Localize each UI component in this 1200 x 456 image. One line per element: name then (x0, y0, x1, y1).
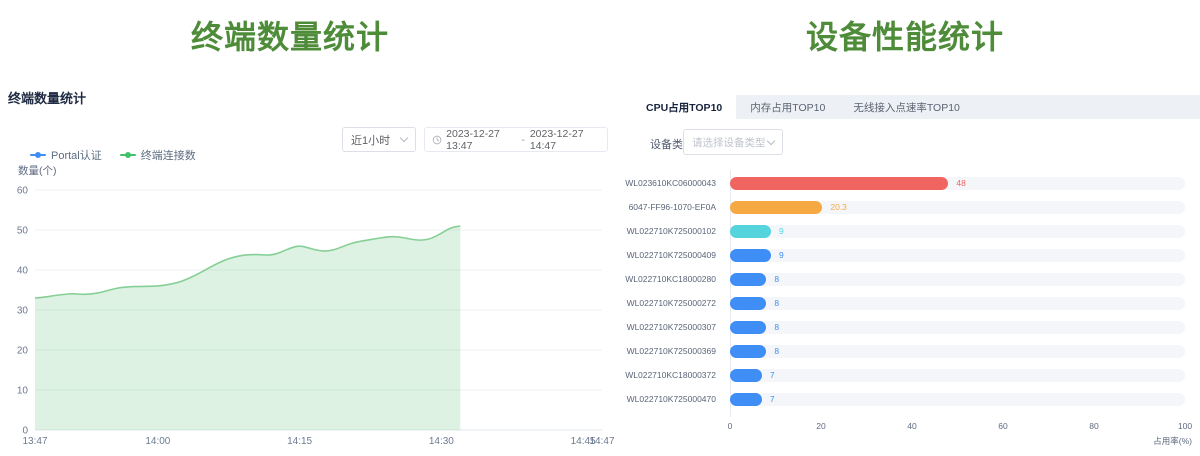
time-range-select[interactable]: 近1小时 (342, 127, 416, 152)
legend-item-0[interactable]: Portal认证 (30, 147, 102, 163)
area-fill (35, 226, 460, 430)
bar-x-tick-label: 0 (710, 421, 750, 431)
bar-value-label: 48 (956, 178, 965, 188)
bar-track (730, 369, 1185, 382)
dashboard: 0 10 20 30 40 50 60 数量(个) 13:47 14:00 14:15 14:30 14… (0, 0, 1200, 456)
y-tick-label: 20 (17, 346, 29, 357)
bar (730, 273, 766, 286)
legend-item-1[interactable]: 终端连接数 (120, 147, 196, 163)
legend-label: Portal认证 (51, 147, 102, 163)
bar-track (730, 345, 1185, 358)
bar-category-label: WL022710K725000369 (612, 346, 716, 356)
chevron-down-icon (400, 134, 408, 142)
bar (730, 177, 948, 190)
legend-marker-icon (120, 151, 136, 159)
bar-x-axis-title: 占用率(%) (1092, 435, 1192, 447)
bar-category-label: WL022710K725000272 (612, 298, 716, 308)
terminal-count-chart: 0 10 20 30 40 50 60 数量(个) 13:47 14:00 14:15 14:30 14… (0, 0, 620, 456)
date-separator: - (520, 134, 526, 146)
bar-x-tick-label: 80 (1074, 421, 1114, 431)
y-tick-label: 50 (17, 226, 29, 237)
x-tick-label: 14:30 (429, 436, 454, 447)
bar-track (730, 249, 1185, 262)
bar-category-label: WL022710K725000307 (612, 322, 716, 332)
bar-x-tick-label: 60 (983, 421, 1023, 431)
bar (730, 393, 762, 406)
x-tick-label: 13:47 (22, 436, 47, 447)
bar-track (730, 297, 1185, 310)
bar-track (730, 273, 1185, 286)
bar-value-label: 8 (774, 298, 779, 308)
y-tick-label: 40 (17, 266, 29, 277)
bar (730, 345, 766, 358)
y-tick-label: 30 (17, 306, 29, 317)
bar (730, 201, 822, 214)
date-end: 2023-12-27 14:47 (530, 128, 600, 152)
chart-legend: Portal认证 终端连接数 (30, 147, 196, 163)
legend-label: 终端连接数 (141, 147, 196, 163)
bar-value-label: 7 (770, 394, 775, 404)
x-tick-label: 14:47 (589, 436, 614, 447)
bar-track (730, 393, 1185, 406)
legend-marker-icon (30, 151, 46, 159)
y-tick-label: 60 (17, 186, 29, 197)
bar-track (730, 321, 1185, 334)
left-section-title: 终端数量统计 (8, 88, 86, 107)
bar-track (730, 225, 1185, 238)
bar (730, 297, 766, 310)
bar-category-label: WL022710K725000102 (612, 226, 716, 236)
date-range-picker[interactable]: 2023-12-27 13:47 - 2023-12-27 14:47 (424, 127, 608, 152)
time-range-value: 近1小时 (351, 132, 390, 148)
bar (730, 225, 771, 238)
clock-icon (432, 134, 442, 146)
bar-track (730, 201, 1185, 214)
date-start: 2023-12-27 13:47 (446, 128, 516, 152)
bar-value-label: 9 (779, 226, 784, 236)
bar (730, 249, 771, 262)
bar (730, 369, 762, 382)
bar-x-tick-label: 40 (892, 421, 932, 431)
bar (730, 321, 766, 334)
terminal-count-panel: 0 10 20 30 40 50 60 数量(个) 13:47 14:00 14:15 14:30 14… (0, 0, 620, 456)
bar-value-label: 20.3 (830, 202, 847, 212)
y-axis-title: 数量(个) (18, 164, 57, 177)
left-big-title: 终端数量统计 (0, 12, 580, 58)
x-tick-label: 14:15 (287, 436, 312, 447)
bar-x-tick-label: 20 (801, 421, 841, 431)
x-tick-label: 14:00 (145, 436, 170, 447)
bar-category-label: WL022710KC18000280 (612, 274, 716, 284)
device-performance-panel: 设备性能统计 CPU占用TOP10内存占用TOP10无线接入点速率TOP10 设… (632, 0, 1200, 456)
bar-category-label: WL022710K725000470 (612, 394, 716, 404)
bar-category-label: WL022710K725000409 (612, 250, 716, 260)
bar-value-label: 8 (774, 322, 779, 332)
bar-category-label: WL022710KC18000372 (612, 370, 716, 380)
cpu-top10-chart: WL023610KC06000043486047-FF96-1070-EF0A2… (632, 0, 1200, 456)
bar-x-tick-label: 100 (1165, 421, 1200, 431)
bar-category-label: 6047-FF96-1070-EF0A (612, 202, 716, 212)
bar-value-label: 8 (774, 274, 779, 284)
bar-value-label: 7 (770, 370, 775, 380)
bar-value-label: 9 (779, 250, 784, 260)
bar-category-label: WL023610KC06000043 (612, 178, 716, 188)
y-tick-label: 10 (17, 386, 29, 397)
y-tick-label: 0 (22, 426, 28, 437)
bar-value-label: 8 (774, 346, 779, 356)
